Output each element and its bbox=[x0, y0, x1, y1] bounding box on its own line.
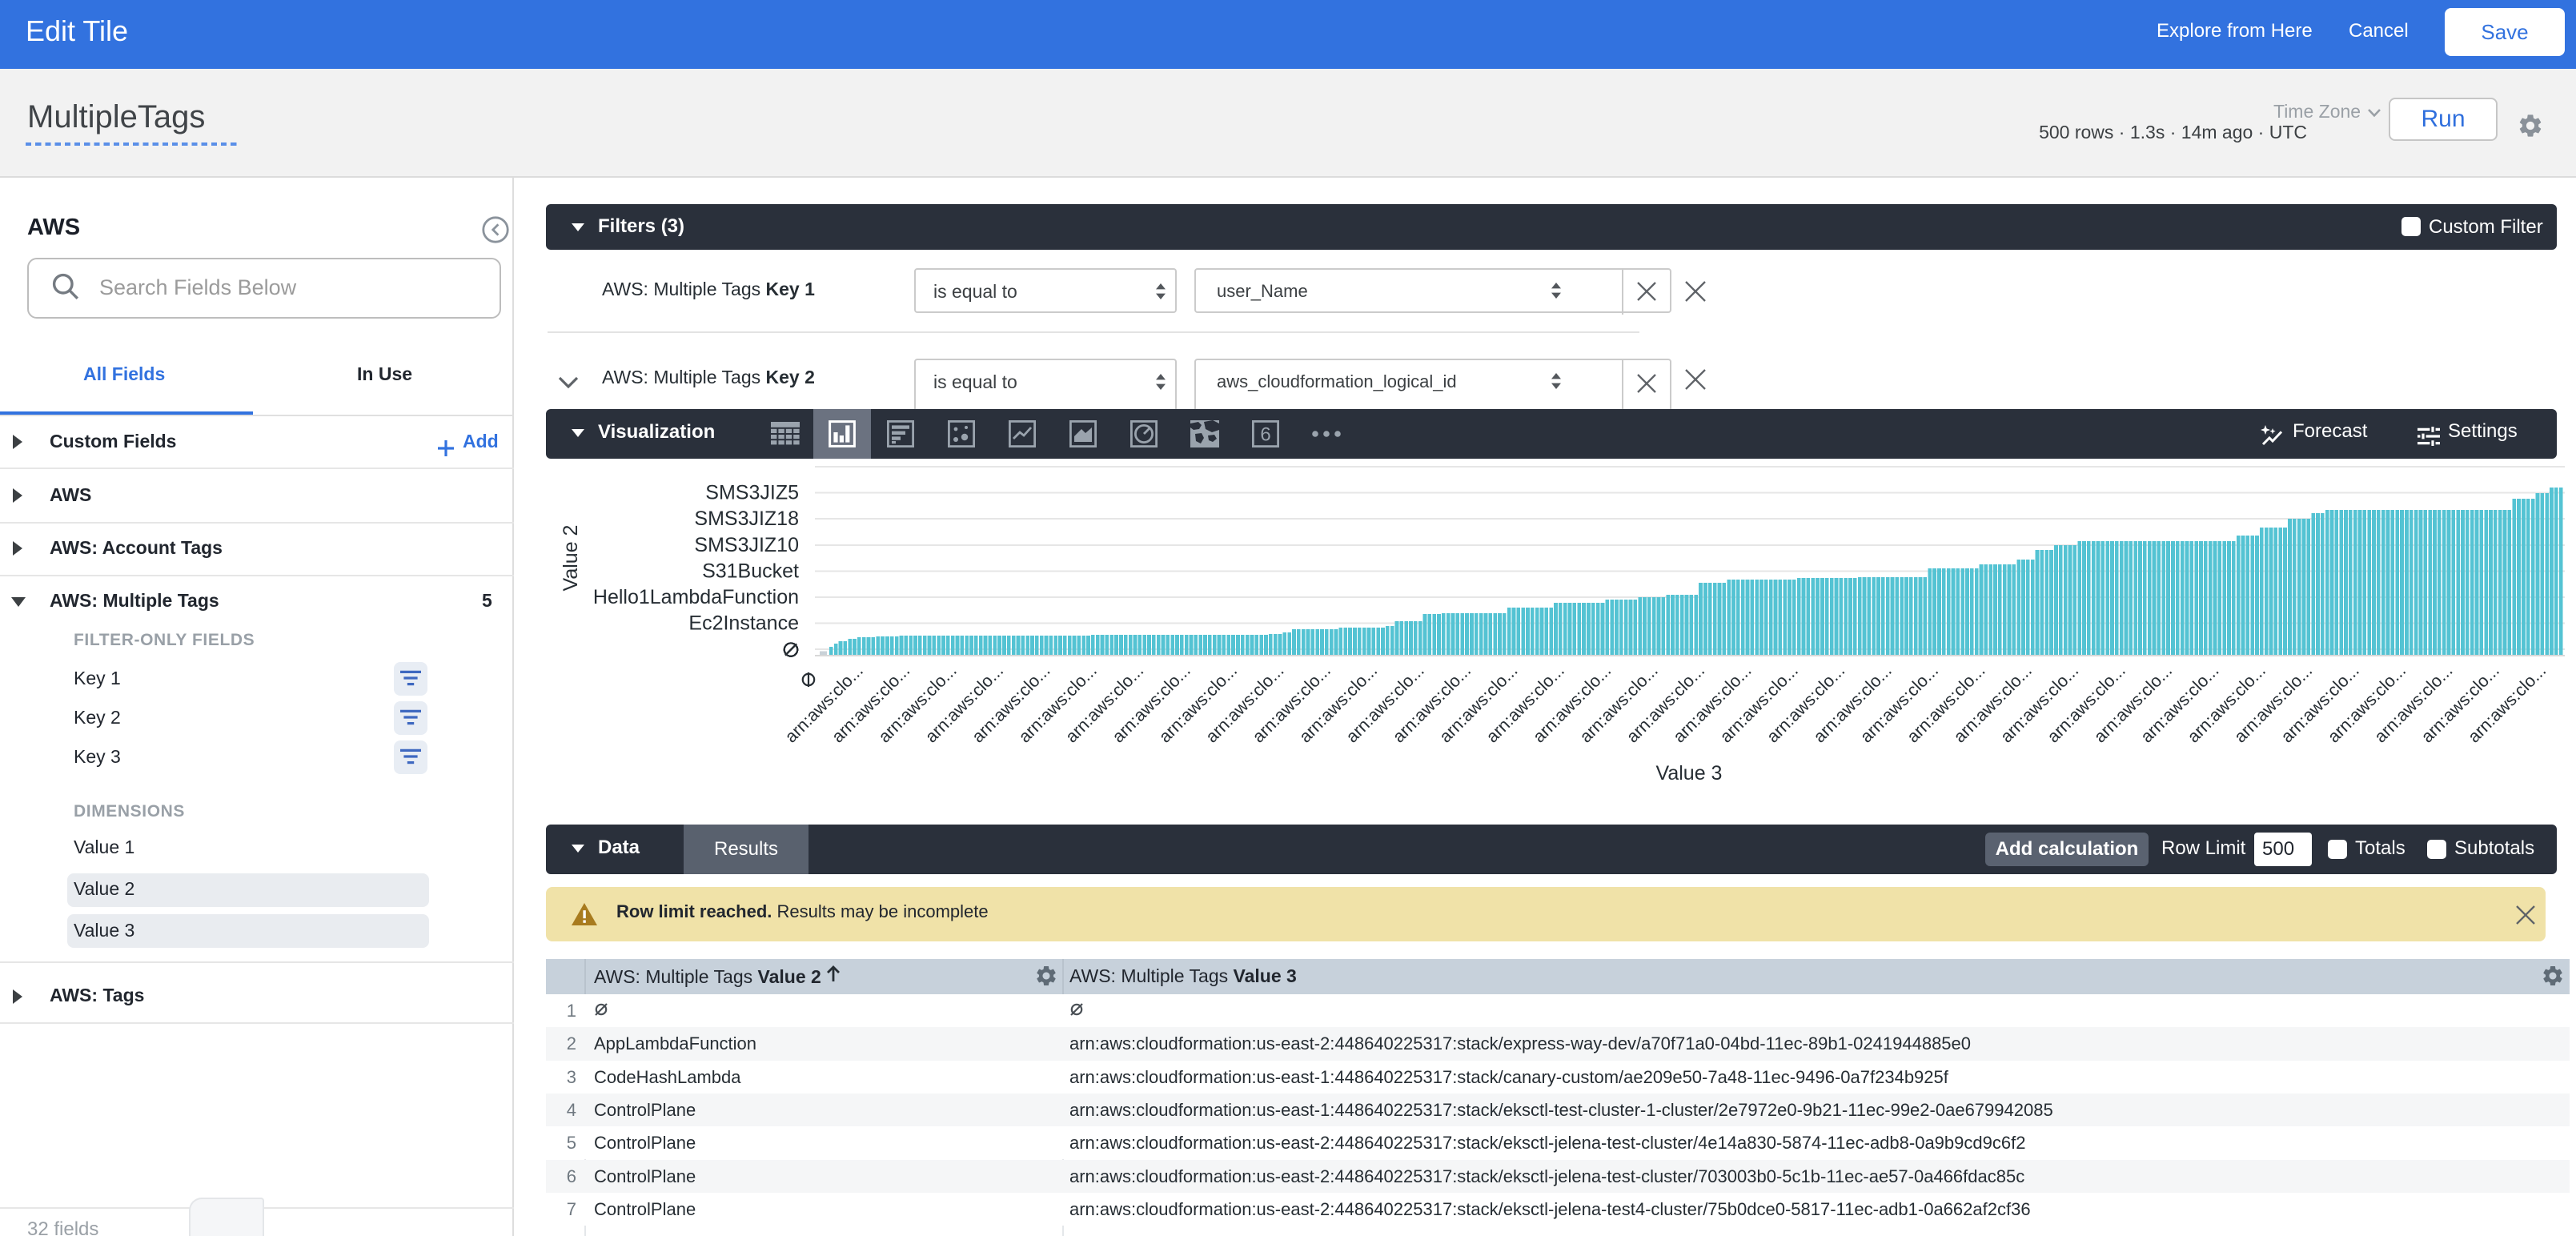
svg-text:SMS3JIZ10: SMS3JIZ10 bbox=[694, 534, 799, 556]
svg-text:SMS3JIZ18: SMS3JIZ18 bbox=[694, 508, 799, 530]
svg-text:Value 3: Value 3 bbox=[1656, 762, 1723, 785]
svg-text:Value 2: Value 2 bbox=[560, 525, 582, 592]
svg-text:Ec2Instance: Ec2Instance bbox=[688, 612, 799, 635]
svg-text:S31Bucket: S31Bucket bbox=[702, 560, 799, 582]
svg-text:Hello1LambdaFunction: Hello1LambdaFunction bbox=[593, 586, 799, 608]
svg-text:6: 6 bbox=[1260, 423, 1270, 445]
svg-text:SMS3JIZ5: SMS3JIZ5 bbox=[705, 482, 799, 504]
